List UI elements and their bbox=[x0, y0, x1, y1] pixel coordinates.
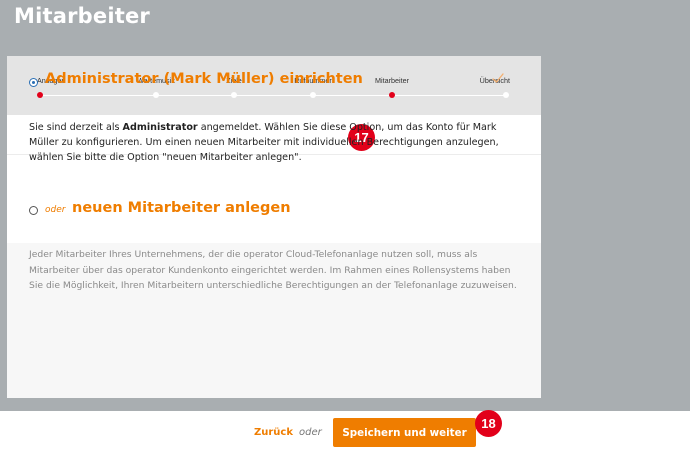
option-new-panel bbox=[7, 283, 541, 398]
footer-or-label: oder bbox=[299, 427, 322, 438]
step-dot-wartemusik[interactable] bbox=[153, 92, 159, 98]
radio-empty-icon[interactable] bbox=[29, 206, 38, 215]
step-dot-ziele[interactable] bbox=[231, 92, 237, 98]
role-name: Administrator bbox=[122, 122, 198, 133]
step-dot-ansagen[interactable] bbox=[37, 92, 43, 98]
step-badge-18: 18 bbox=[475, 410, 502, 437]
stepper-track bbox=[39, 95, 507, 96]
step-dot-uebersicht[interactable] bbox=[503, 92, 509, 98]
page-title: Mitarbeiter bbox=[14, 4, 150, 28]
step-dot-rufnummer[interactable] bbox=[310, 92, 316, 98]
step-dot-mitarbeiter[interactable] bbox=[389, 92, 395, 98]
back-link[interactable]: Zurück bbox=[254, 427, 293, 438]
step-label-mitarbeiter[interactable]: Mitarbeiter bbox=[375, 76, 409, 85]
option-new-description: Jeder Mitarbeiter Ihres Unternehmens, de… bbox=[29, 249, 517, 291]
save-and-continue-button[interactable]: Speichern und weiter bbox=[333, 418, 476, 447]
option-admin-description: Sie sind derzeit als Administrator angem… bbox=[29, 122, 499, 163]
radio-checked-icon[interactable] bbox=[29, 78, 38, 87]
option-admin-title[interactable]: Administrator (Mark Müller) einrichten bbox=[45, 71, 363, 87]
wizard-card: Ansagen Wartemusik Ziele Rufnummer Mitar… bbox=[7, 56, 541, 398]
option-new-title[interactable]: neuen Mitarbeiter anlegen bbox=[72, 200, 291, 216]
check-icon bbox=[492, 73, 504, 83]
option-new-prefix: oder bbox=[45, 205, 66, 215]
